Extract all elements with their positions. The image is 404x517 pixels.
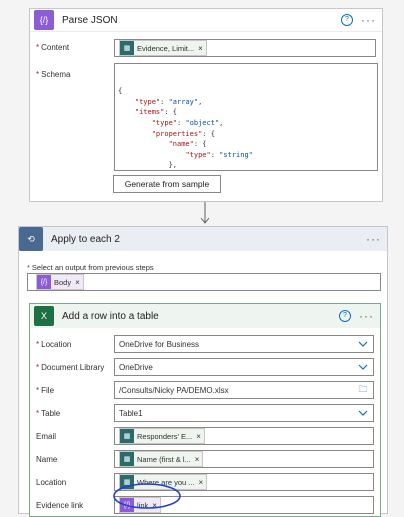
file-picker-field[interactable]: /Consults/Nicky PA/DEMO.xlsx 🗀 (114, 381, 374, 399)
folder-icon[interactable]: 🗀 (353, 382, 373, 398)
dynamic-content-token[interactable]: ▦Responders' E...× (119, 428, 205, 444)
more-options-icon[interactable]: ··· (366, 234, 381, 244)
field-value: /Consults/Nicky PA/DEMO.xlsx (119, 386, 229, 395)
field-label: *Document Library (30, 363, 116, 372)
field-label: Location (30, 478, 116, 487)
chevron-down-icon[interactable] (353, 410, 373, 416)
field-value: Table1 (119, 409, 143, 418)
apply-to-each-card: ⟲ Apply to each 2 ··· *Select an output … (18, 226, 388, 514)
field-label: *Table (30, 409, 116, 418)
field-label: *Location (30, 340, 116, 349)
content-field[interactable]: ▦ Evidence, Limit...× (114, 39, 376, 57)
chevron-down-icon[interactable] (353, 341, 373, 347)
add-row-title: Add a row into a table (62, 311, 159, 322)
dropdown-field[interactable]: OneDrive (114, 358, 374, 376)
schema-editor[interactable]: { "type": "array", "items": { "type": "o… (114, 63, 378, 171)
body-token[interactable]: {/} Body× (36, 274, 84, 290)
parse-json-title: Parse JSON (62, 15, 118, 26)
content-token[interactable]: ▦ Evidence, Limit...× (119, 40, 207, 56)
flow-connector-arrow (201, 202, 209, 226)
schema-line: "properties": { (118, 129, 374, 140)
parse-json-token-icon: {/} (37, 275, 51, 289)
add-row-header[interactable]: X Add a row into a table ? ··· (30, 304, 380, 328)
excel-forms-icon: ▦ (120, 452, 134, 466)
schema-line: "name": { (118, 139, 374, 150)
parse-json-card: {/} Parse JSON ? ··· *Content ▦ Evidence… (29, 8, 383, 202)
generate-from-sample-button[interactable]: Generate from sample (113, 175, 221, 193)
schema-line: "items": { (118, 107, 374, 118)
field-label: Name (30, 455, 116, 464)
parse-json-icon: {/} (34, 10, 54, 30)
dropdown-field[interactable]: Table1 (114, 404, 374, 422)
apply-to-each-title: Apply to each 2 (51, 234, 120, 245)
more-options-icon[interactable]: ··· (359, 311, 374, 321)
field-label: *File (30, 386, 116, 395)
remove-token-icon[interactable]: × (198, 44, 203, 53)
remove-token-icon[interactable]: × (196, 432, 201, 441)
loop-icon: ⟲ (19, 227, 43, 251)
dropdown-field[interactable]: OneDrive for Business (114, 335, 374, 353)
schema-line: }, (118, 160, 374, 171)
schema-line: "type": "array", (118, 97, 374, 108)
annotation-circle (111, 480, 183, 512)
parse-json-header[interactable]: {/} Parse JSON ? ··· (30, 9, 382, 32)
remove-token-icon[interactable]: × (75, 278, 80, 287)
content-label: *Content (30, 43, 116, 52)
schema-label: *Schema (30, 70, 116, 79)
field-label: Evidence link (30, 501, 116, 510)
token-field[interactable]: ▦Name (first & l...× (114, 450, 374, 468)
schema-line: "type": "string" (118, 150, 374, 161)
field-value: OneDrive (119, 363, 153, 372)
select-output-label: *Select an output from previous steps (27, 263, 154, 272)
schema-line: { (118, 86, 374, 97)
field-value: OneDrive for Business (119, 340, 199, 349)
remove-token-icon[interactable]: × (195, 455, 200, 464)
chevron-down-icon[interactable] (353, 364, 373, 370)
remove-token-icon[interactable]: × (199, 478, 204, 487)
add-row-card: X Add a row into a table ? ··· *Location… (29, 303, 381, 517)
help-icon[interactable]: ? (339, 310, 351, 322)
excel-forms-icon: ▦ (120, 41, 134, 55)
token-field[interactable]: ▦Responders' E...× (114, 427, 374, 445)
field-label: Email (30, 432, 116, 441)
dynamic-content-token[interactable]: ▦Name (first & l...× (119, 451, 203, 467)
schema-line: "type": "object", (118, 118, 374, 129)
help-icon[interactable]: ? (341, 14, 353, 26)
excel-forms-icon: ▦ (120, 429, 134, 443)
more-options-icon[interactable]: ··· (361, 15, 376, 25)
select-output-field[interactable]: {/} Body× (27, 273, 381, 291)
excel-icon: X (34, 306, 54, 326)
apply-to-each-header[interactable]: ⟲ Apply to each 2 ··· (19, 227, 387, 251)
